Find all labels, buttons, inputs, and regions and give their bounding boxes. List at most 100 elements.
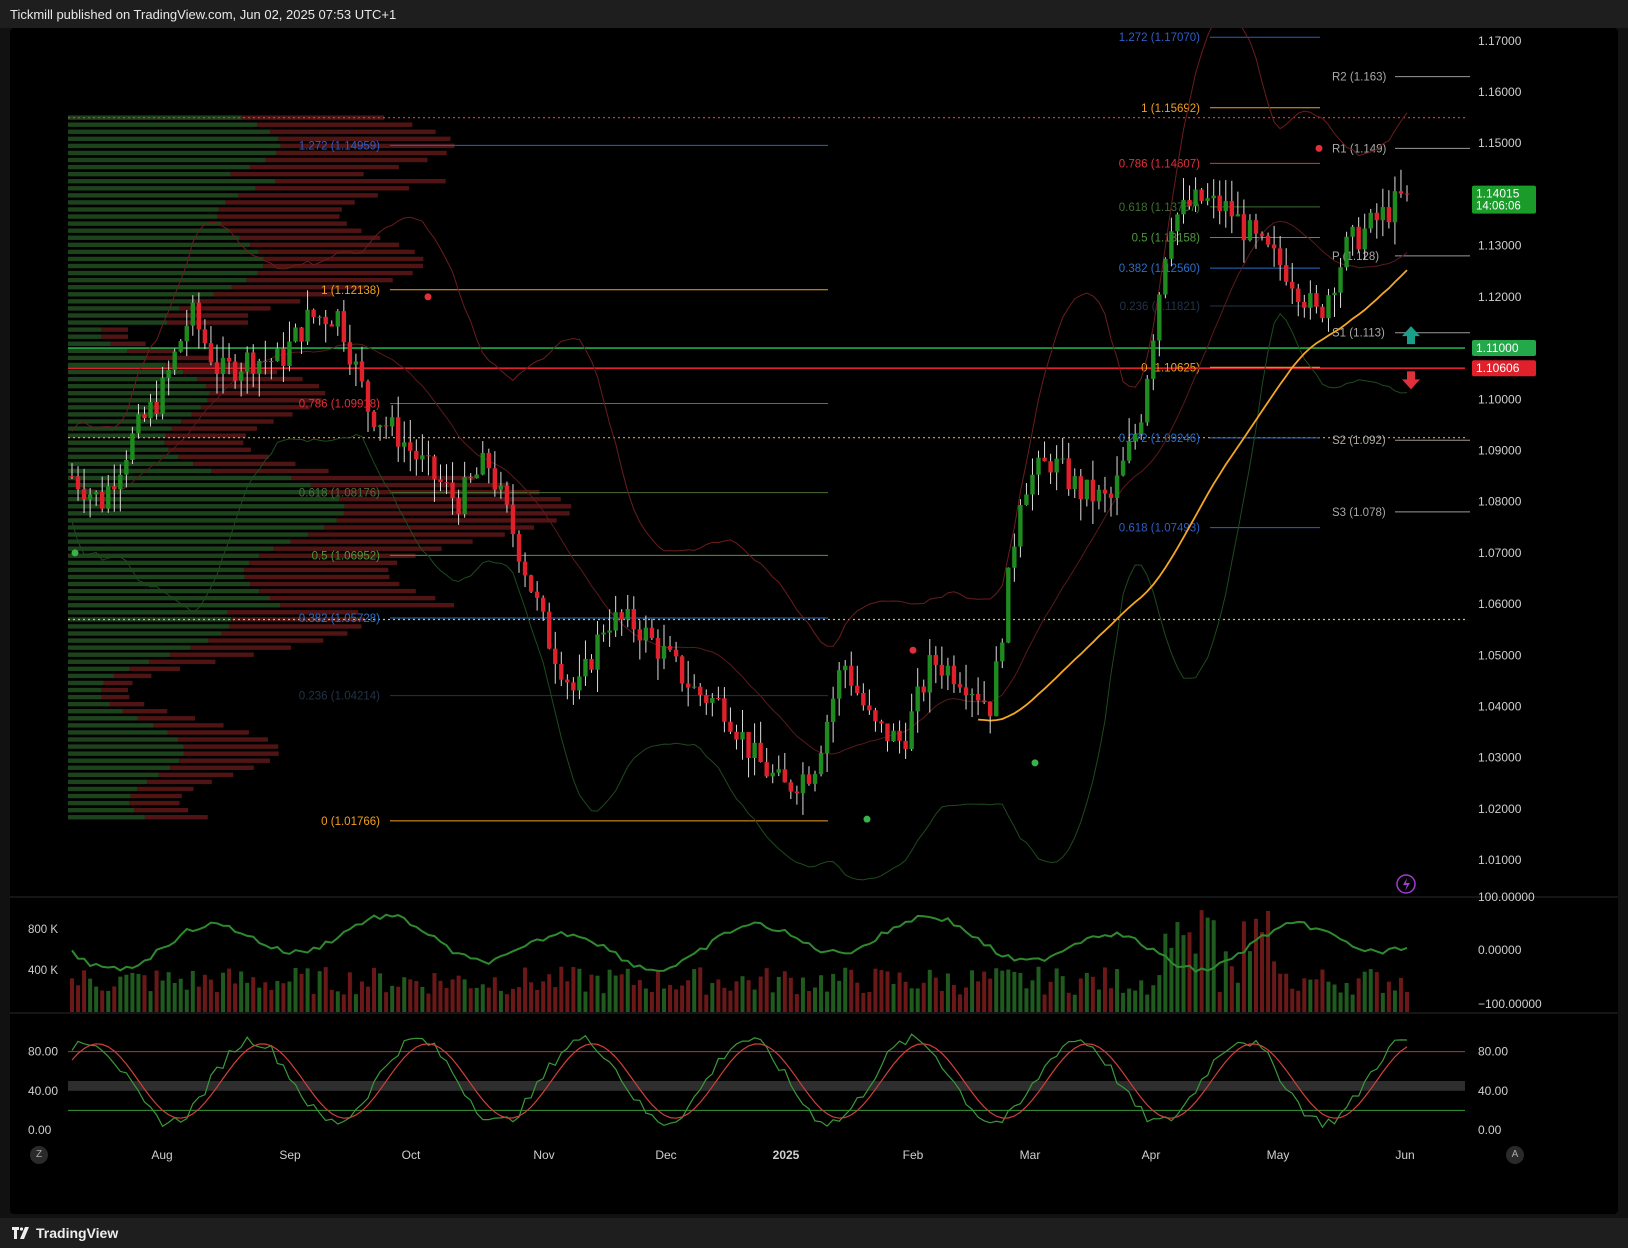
fib-level-label: 1.272 (1.14959) <box>299 140 380 152</box>
volume-bar <box>1290 988 1295 1012</box>
volume-profile-up-bar <box>68 405 201 410</box>
candle-body <box>873 710 878 722</box>
volume-bar <box>474 987 479 1012</box>
volume-bar <box>565 981 570 1012</box>
volume-profile-up-bar <box>68 574 245 580</box>
candle-body <box>1000 642 1005 662</box>
volume-profile-up-bar <box>68 313 167 318</box>
candle-body <box>788 782 794 792</box>
volume-profile-down-bar <box>168 447 251 452</box>
volume-bar <box>1072 994 1077 1012</box>
volume-bar <box>1030 980 1035 1012</box>
price-tick-label: 1.03000 <box>1478 751 1522 765</box>
candle-body <box>1030 474 1035 495</box>
time-tick-label: Sep <box>279 1148 301 1162</box>
candle-body <box>462 476 467 515</box>
sar-dot <box>71 549 79 557</box>
candle-body <box>220 357 226 374</box>
candle-body <box>734 731 739 740</box>
candle-body <box>879 721 884 724</box>
volume-bar <box>221 972 226 1012</box>
chart-canvas[interactable]: 1.170001.160001.150001.140001.130001.120… <box>10 28 1618 1214</box>
volume-profile-down-bar <box>244 567 389 573</box>
candle-body <box>456 498 461 515</box>
volume-profile-down-bar <box>127 348 176 354</box>
volume-bar <box>202 974 207 1012</box>
volume-bar <box>692 969 697 1012</box>
volume-bar <box>794 994 799 1012</box>
volume-profile-up-bar <box>68 285 232 290</box>
volume-profile-up-bar <box>68 164 250 170</box>
zoom-left-button[interactable]: Z <box>30 1146 48 1164</box>
volume-profile-down-bar <box>145 355 210 361</box>
volume-profile-down-bar <box>250 242 400 248</box>
volume-bar <box>933 977 938 1012</box>
candle-body <box>885 723 890 742</box>
volume-bar <box>1284 973 1289 1012</box>
tradingview-logo[interactable]: TradingView <box>12 1225 118 1241</box>
volume-profile-up-bar <box>68 815 145 820</box>
volume-bar <box>1151 985 1156 1012</box>
volume-bar <box>1109 988 1114 1012</box>
brand-bar: TradingView <box>0 1218 1628 1248</box>
candle-body <box>855 685 860 693</box>
volume-bar <box>190 970 195 1012</box>
volume-bar <box>263 982 268 1012</box>
volume-profile-down-bar <box>211 468 329 474</box>
volume-profile-down-bar <box>324 525 535 530</box>
price-badge-value: 1.14015 <box>1476 187 1520 201</box>
volume-profile-down-bar <box>153 723 224 728</box>
volume-bar <box>444 988 449 1012</box>
candle-body <box>178 341 183 352</box>
volume-profile-down-bar <box>221 221 347 226</box>
candle-body <box>631 609 636 630</box>
volume-bar <box>438 980 443 1012</box>
volume-bar <box>1048 981 1053 1012</box>
candle-body <box>238 371 244 381</box>
volume-bar <box>1012 971 1017 1012</box>
volume-bar <box>674 989 679 1012</box>
candle-body <box>1066 458 1071 490</box>
volume-bar <box>1036 966 1041 1012</box>
volume-bar <box>1127 988 1132 1012</box>
candle-body <box>1404 193 1410 195</box>
volume-profile-up-bar <box>68 624 230 629</box>
volume-profile-up-bar <box>68 666 130 672</box>
volume-profile-down-bar <box>246 277 393 283</box>
volume-bar <box>329 989 334 1012</box>
volume-bar <box>323 967 328 1012</box>
candle-body <box>287 341 292 366</box>
volume-bar <box>686 980 691 1012</box>
volume-bar <box>1042 994 1047 1012</box>
volume-profile-up-bar <box>68 200 226 205</box>
volume-bar <box>148 991 153 1012</box>
volume-bar <box>172 982 177 1012</box>
chart-frame[interactable]: 1.170001.160001.150001.140001.130001.120… <box>10 28 1618 1214</box>
volume-profile-up-bar <box>68 440 165 445</box>
volume-profile-down-bar <box>195 299 301 304</box>
tradingview-logo-icon <box>12 1227 29 1239</box>
volume-profile-up-bar <box>68 461 194 467</box>
candle-body <box>75 476 81 490</box>
volume-bar <box>752 989 757 1012</box>
volume-bar <box>1314 979 1319 1012</box>
auto-scale-button[interactable]: A <box>1506 1146 1524 1164</box>
volume-bar <box>964 987 969 1012</box>
candle-body <box>498 485 504 490</box>
volume-bar <box>420 986 425 1012</box>
candle-body <box>1398 191 1404 194</box>
volume-bar <box>275 980 280 1012</box>
candle-body <box>963 687 969 696</box>
candle-body <box>818 753 824 775</box>
volume-profile-up-bar <box>68 610 228 615</box>
volume-bar <box>891 984 896 1012</box>
candle-body <box>1229 200 1235 217</box>
candle-body <box>329 324 334 327</box>
stoch-tick-label-right: 40.00 <box>1478 1084 1508 1098</box>
candle-body <box>830 698 836 723</box>
volume-bar <box>1356 978 1361 1012</box>
volume-profile-up-bar <box>68 603 281 608</box>
candle-body <box>317 316 322 318</box>
oscillator-tick-label: 100.00000 <box>1478 890 1535 904</box>
volume-bar <box>160 980 165 1012</box>
